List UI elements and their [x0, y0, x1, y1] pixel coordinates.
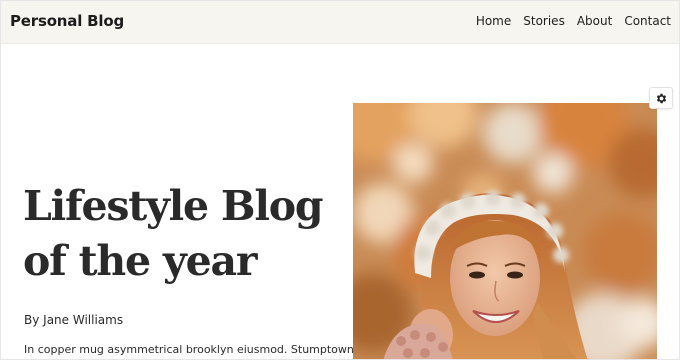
hero-title-line-2: of the year: [23, 237, 257, 285]
hero-photo: [353, 103, 657, 359]
nav-about[interactable]: About: [577, 14, 612, 28]
page-frame: Personal Blog Home Stories About Contact…: [0, 0, 680, 360]
nav-home[interactable]: Home: [476, 14, 511, 28]
main-nav: Home Stories About Contact: [476, 14, 671, 28]
hero-title-line-1: Lifestyle Blog: [23, 182, 324, 230]
author-byline: By Jane Williams: [24, 313, 124, 327]
post-excerpt: In copper mug asymmetrical brooklyn eius…: [24, 343, 354, 356]
hero-photo-image: [353, 103, 657, 359]
nav-contact[interactable]: Contact: [624, 14, 671, 28]
settings-button[interactable]: [649, 87, 673, 109]
hero-title: Lifestyle Blog of the year: [23, 179, 343, 289]
gear-icon: [656, 93, 666, 103]
nav-stories[interactable]: Stories: [523, 14, 565, 28]
site-title[interactable]: Personal Blog: [10, 12, 124, 30]
site-header: Personal Blog Home Stories About Contact: [1, 1, 679, 44]
